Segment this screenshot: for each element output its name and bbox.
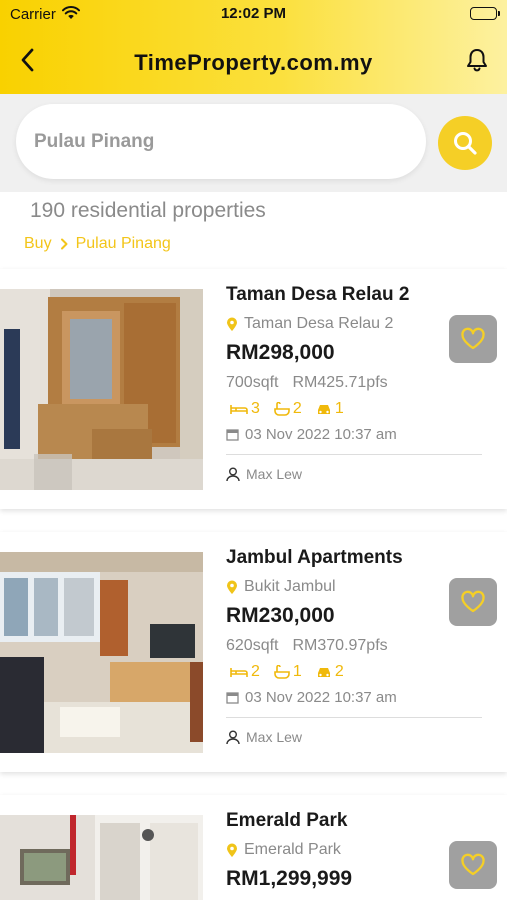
car-icon	[317, 667, 330, 677]
listing-photo[interactable]	[0, 289, 203, 490]
listing-agent[interactable]: Max Lew	[226, 466, 302, 482]
listing-card[interactable]: Jambul Apartments Bukit Jambul RM230,000…	[0, 532, 507, 772]
listing-date: 03 Nov 2022 10:37 am	[226, 689, 397, 706]
bath-icon	[274, 665, 290, 679]
search-bar-area	[0, 94, 507, 192]
listing-card[interactable]: Taman Desa Relau 2 Taman Desa Relau 2 RM…	[0, 269, 507, 509]
parking: 2	[316, 663, 344, 681]
bathrooms-count: 2	[292, 400, 302, 417]
location-pin-icon	[227, 843, 237, 857]
listing-size: 620sqft RM370.97pfs	[226, 637, 388, 655]
bedrooms: 2	[230, 663, 260, 681]
bedrooms-count: 2	[251, 663, 260, 680]
result-count: 190 residential properties	[30, 199, 266, 222]
bath-icon	[274, 402, 290, 416]
listing-title[interactable]: Emerald Park	[226, 810, 347, 832]
listing-date-text: 03 Nov 2022 10:37 am	[245, 689, 397, 706]
location-pin-icon	[227, 580, 237, 594]
listing-price: RM1,299,999	[226, 867, 353, 890]
favorite-button[interactable]	[449, 315, 497, 363]
heart-icon	[461, 853, 485, 876]
location-pin-icon	[227, 317, 237, 331]
listing-date-text: 03 Nov 2022 10:37 am	[245, 426, 397, 443]
listing-agent[interactable]: Max Lew	[226, 729, 302, 745]
agent-name[interactable]: Max Lew	[246, 729, 302, 745]
listing-photo[interactable]	[0, 552, 203, 753]
page-title: TimeProperty.com.my	[134, 50, 373, 75]
heart-icon	[461, 327, 485, 350]
listing-price: RM298,000	[226, 341, 335, 364]
listing-date: 03 Nov 2022 10:37 am	[226, 426, 397, 443]
listing-sqft: 700sqft	[226, 374, 279, 391]
chevron-right-icon	[60, 238, 68, 250]
listing-location-text: Taman Desa Relau 2	[244, 315, 394, 332]
user-icon	[226, 467, 240, 481]
listing-title[interactable]: Taman Desa Relau 2	[226, 284, 409, 306]
bed-icon	[230, 668, 248, 677]
listing-price: RM230,000	[226, 604, 335, 627]
listing-features: 3 2 1	[230, 400, 344, 418]
bedrooms: 3	[230, 400, 260, 418]
parking: 1	[316, 400, 344, 418]
heart-icon	[461, 590, 485, 613]
divider	[226, 717, 482, 718]
listing-card[interactable]: Emerald Park Emerald Park RM1,299,999	[0, 795, 507, 900]
bedrooms-count: 3	[251, 400, 260, 417]
user-icon	[226, 730, 240, 744]
bathrooms-count: 1	[292, 663, 302, 680]
bathrooms: 2	[274, 400, 302, 418]
parking-count: 2	[334, 663, 344, 680]
listing-location: Emerald Park	[226, 841, 341, 859]
listing-psf: RM370.97pfs	[292, 637, 388, 654]
listing-location: Bukit Jambul	[226, 578, 336, 596]
search-button[interactable]	[438, 116, 492, 170]
favorite-button[interactable]	[449, 841, 497, 889]
listing-title[interactable]: Jambul Apartments	[226, 547, 403, 569]
calendar-icon	[226, 692, 239, 704]
favorite-button[interactable]	[449, 578, 497, 626]
parking-count: 1	[334, 400, 344, 417]
bed-icon	[230, 405, 248, 414]
app-header: Carrier 12:02 PM TimeProperty.com.my	[0, 0, 507, 94]
listing-features: 2 1 2	[230, 663, 344, 681]
divider	[226, 454, 482, 455]
bell-icon	[467, 49, 487, 72]
search-input[interactable]	[16, 104, 426, 179]
breadcrumb: Buy Pulau Pinang	[24, 235, 171, 253]
listing-location: Taman Desa Relau 2	[226, 315, 393, 333]
bathrooms: 1	[274, 663, 302, 681]
battery-icon	[470, 7, 500, 20]
breadcrumb-location[interactable]: Pulau Pinang	[76, 235, 171, 253]
status-time: 12:02 PM	[220, 5, 287, 22]
listing-size: 700sqft RM425.71pfs	[226, 374, 388, 392]
status-bar: Carrier 12:02 PM	[0, 0, 507, 28]
listing-location-text: Bukit Jambul	[244, 578, 336, 595]
search-icon	[454, 132, 477, 155]
listing-location-text: Emerald Park	[244, 841, 341, 858]
listing-sqft: 620sqft	[226, 637, 279, 654]
notifications-button[interactable]	[461, 44, 493, 76]
listing-photo[interactable]	[0, 815, 203, 900]
listing-psf: RM425.71pfs	[292, 374, 388, 391]
car-icon	[317, 404, 330, 414]
breadcrumb-buy[interactable]: Buy	[24, 235, 52, 253]
agent-name[interactable]: Max Lew	[246, 466, 302, 482]
calendar-icon	[226, 429, 239, 441]
